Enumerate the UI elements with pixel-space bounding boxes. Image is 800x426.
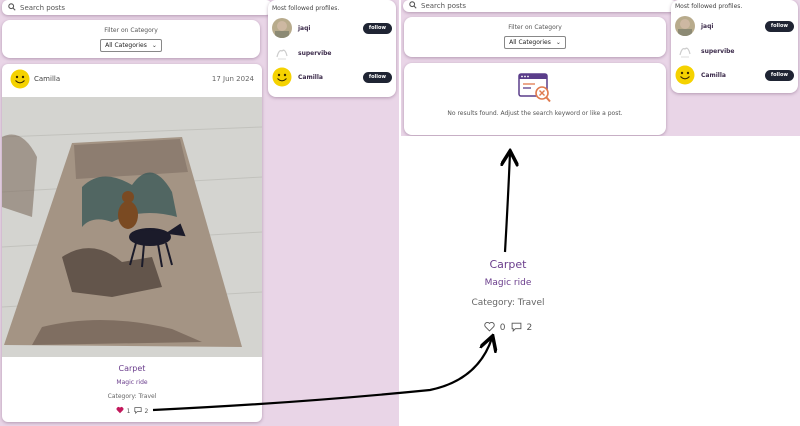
profile-name[interactable]: supervibe [298,50,392,57]
post-category: Category: Travel [107,393,157,400]
avatar[interactable] [675,65,695,85]
chevron-down-icon: ⌄ [151,42,157,49]
profile-row[interactable]: supervibe [272,43,392,63]
profile-name[interactable]: Camilla [298,74,363,81]
avatar[interactable] [675,16,695,36]
right-screenshot-panel: Search posts Filter on Category All Cate… [401,0,800,136]
post-stats: 1 2 [2,406,262,416]
zoom-post-category: Category: Travel [471,298,545,308]
profile-name[interactable]: jaqi [701,23,765,30]
avatar[interactable] [272,18,292,38]
post-title[interactable]: Carpet [2,364,262,373]
no-results-message: No results found. Adjust the search keyw… [447,110,623,117]
post-subtitle: Magic ride [116,379,148,386]
chevron-down-icon: ⌄ [555,39,561,46]
comments-count: 2 [144,407,149,415]
follow-button[interactable]: follow [362,71,392,83]
heart-icon[interactable] [116,406,124,416]
likes-count: 1 [126,407,131,415]
filter-label: Filter on Category [508,24,562,31]
most-followed-profiles: Most followed profiles. jaqi follow supe… [268,0,396,97]
profiles-title: Most followed profiles. [272,5,340,12]
profile-name[interactable]: Camilla [701,72,765,79]
zoom-post-title: Carpet [489,258,527,271]
post-date: 17 Jun 2024 [211,75,254,83]
comment-icon [511,321,522,335]
search-input[interactable]: Search posts [421,2,466,10]
filter-label: Filter on Category [104,27,158,34]
search-icon [409,1,417,11]
avatar[interactable] [272,67,292,87]
zoom-comments-count: 2 [526,323,533,333]
avatar[interactable] [675,41,695,61]
left-screenshot-panel: Search posts Filter on Category All Cate… [0,0,399,426]
search-bar[interactable]: Search posts [2,0,272,15]
profile-row[interactable]: supervibe [675,41,794,61]
follow-button[interactable]: follow [764,20,794,32]
search-icon [8,2,16,13]
no-results-card: No results found. Adjust the search keyw… [404,63,666,135]
profile-name[interactable]: supervibe [701,48,794,55]
search-bar[interactable]: Search posts [403,0,677,12]
comment-icon[interactable] [133,406,142,416]
post-header: Camilla 17 Jun 2024 [2,64,262,94]
profile-name[interactable]: jaqi [298,25,363,32]
profile-row[interactable]: jaqi follow [272,18,392,38]
follow-button[interactable]: follow [362,22,392,34]
follow-button[interactable]: follow [764,69,794,81]
category-select[interactable]: All Categories ⌄ [100,39,162,52]
profile-row[interactable]: jaqi follow [675,16,794,36]
post-author[interactable]: Camilla [34,75,212,83]
category-filter: Filter on Category All Categories ⌄ [404,17,666,57]
search-input[interactable]: Search posts [20,4,65,12]
heart-outline-icon [484,321,495,335]
post-image[interactable] [2,97,262,357]
profile-row[interactable]: Camilla follow [675,65,794,85]
post-card: Camilla 17 Jun 2024 Carpet Magic ride Ca… [2,64,262,422]
avatar[interactable] [272,43,292,63]
zoom-likes-count: 0 [499,323,506,333]
zoom-post-stats: 0 2 [408,321,608,335]
most-followed-profiles: Most followed profiles. jaqi follow supe… [671,0,798,93]
profiles-title: Most followed profiles. [675,3,743,10]
arrow-to-no-results [505,153,510,253]
category-filter: Filter on Category All Categories ⌄ [2,20,260,58]
no-results-icon [518,73,551,103]
profile-row[interactable]: Camilla follow [272,67,392,87]
zoom-post-subtitle: Magic ride [484,278,532,288]
avatar[interactable] [10,69,30,89]
category-select[interactable]: All Categories ⌄ [504,36,566,49]
